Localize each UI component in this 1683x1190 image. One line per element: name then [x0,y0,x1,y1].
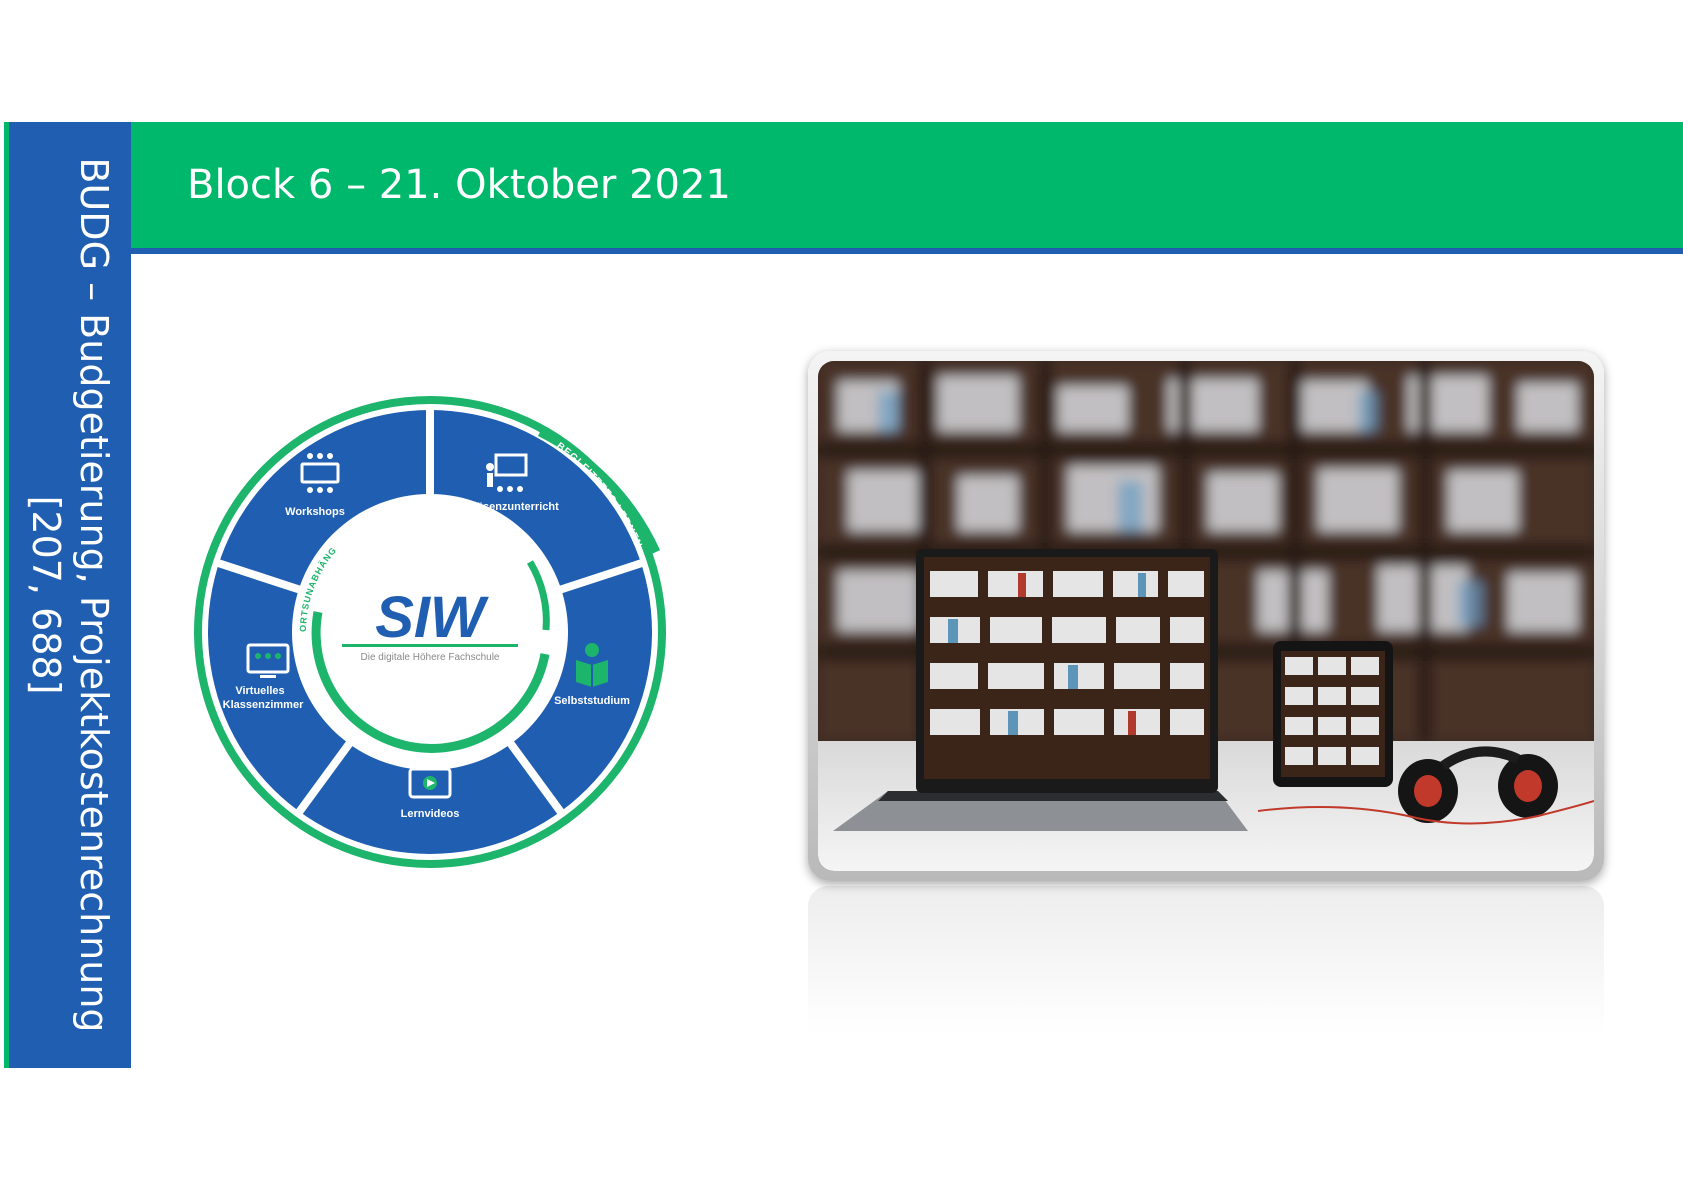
library-devices-photo [818,361,1594,871]
segment-label: Präsenzunterricht [465,501,559,513]
siw-wordmark: SIW [375,585,489,650]
siw-logo-wheel: BEGLEITETES LERNEN ORTSUNABHÄNGIG ZEITUN… [190,392,666,868]
segment-label: Workshops [285,506,345,518]
slide-title: Block 6 – 21. Oktober 2021 [187,162,731,208]
photo-reflection [808,886,1604,1036]
course-title: BUDG – Budgetierung, Projektkostenrechnu… [22,140,118,1050]
sidebar: BUDG – Budgetierung, Projektkostenrechnu… [4,122,131,1068]
segment-label: Selbststudium [554,695,630,707]
siw-tagline: Die digitale Höhere Fachschule [361,652,500,663]
course-code: [207, 688] [24,495,68,695]
segment-label: Virtuelles [235,685,284,697]
course-name: BUDG – Budgetierung, Projektkostenrechnu… [72,157,116,1033]
wordmark-underline [342,644,518,647]
segment-label: Klassenzimmer [223,699,304,711]
header-rule [131,248,1683,254]
tablet [1273,641,1393,787]
segment-label: Lernvideos [401,808,460,820]
header-bar: Block 6 – 21. Oktober 2021 [131,122,1683,248]
photo-frame [808,351,1604,881]
